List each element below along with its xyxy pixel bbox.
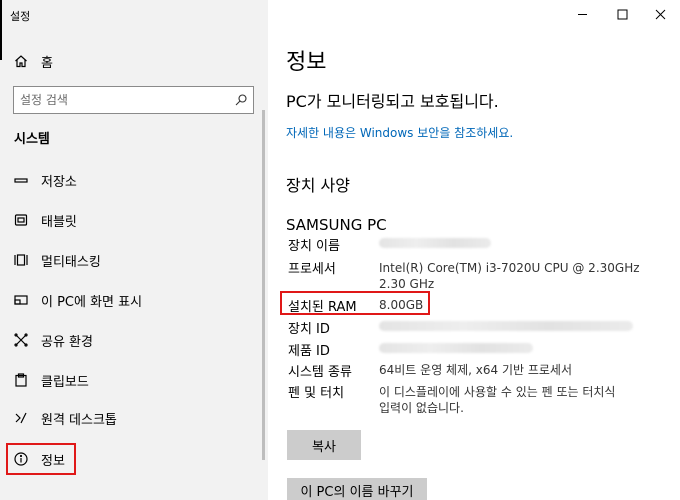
- shared-experiences-icon: [14, 333, 28, 347]
- remote-desktop-icon: [14, 411, 28, 425]
- device-brand-name: SAMSUNG PC: [286, 216, 387, 234]
- about-page: 정보 PC가 모니터링되고 보호됩니다. 자세한 내용은 Windows 보안을…: [268, 0, 680, 500]
- minimize-icon: [577, 13, 587, 15]
- device-id-label: 장치 ID: [288, 322, 330, 337]
- sidebar-item-label: 저장소: [41, 174, 77, 190]
- sidebar-item-multitasking[interactable]: 멀티태스킹: [14, 249, 254, 271]
- processor-value-line2: 2.30 GHz: [379, 277, 435, 291]
- sidebar-item-label: 클립보드: [41, 374, 89, 390]
- protection-status: PC가 모니터링되고 보호됩니다.: [286, 92, 499, 111]
- sidebar-item-label: 이 PC에 화면 표시: [41, 294, 143, 310]
- minimize-button[interactable]: [564, 6, 600, 22]
- tablet-icon: [14, 213, 28, 227]
- project-icon: [14, 293, 28, 307]
- sidebar-item-storage[interactable]: 저장소: [14, 169, 254, 191]
- sidebar-item-label: 원격 데스크톱: [41, 412, 117, 428]
- device-id-value-redacted: [379, 321, 633, 331]
- home-label: 홈: [41, 55, 53, 71]
- processor-value-line1: Intel(R) Core(TM) i3-7020U CPU @ 2.30GHz: [379, 261, 640, 275]
- search-icon[interactable]: [235, 94, 247, 106]
- processor-label: 프로세서: [288, 262, 336, 277]
- device-specs-heading: 장치 사양: [286, 176, 350, 195]
- rename-pc-button[interactable]: 이 PC의 이름 바꾸기: [287, 478, 427, 500]
- home-nav-item[interactable]: 홈: [14, 51, 53, 71]
- search-input[interactable]: [20, 93, 235, 107]
- sidebar-item-shared-experiences[interactable]: 공유 환경: [14, 329, 254, 351]
- highlight-box-ram: [280, 291, 430, 315]
- sidebar-item-remote-desktop[interactable]: 원격 데스크톱: [14, 407, 254, 429]
- close-icon: [655, 9, 665, 19]
- sidebar-item-label: 태블릿: [41, 214, 77, 230]
- section-title-system: 시스템: [14, 132, 50, 147]
- maximize-button[interactable]: [604, 6, 640, 22]
- copy-button[interactable]: 복사: [287, 430, 361, 460]
- system-type-value: 64비트 운영 체제, x64 기반 프로세서: [379, 363, 573, 377]
- clipboard-icon: [14, 373, 28, 387]
- sidebar-item-clipboard[interactable]: 클립보드: [14, 369, 254, 391]
- sidebar-item-project-to-pc[interactable]: 이 PC에 화면 표시: [14, 289, 254, 311]
- settings-search-box[interactable]: [13, 86, 254, 114]
- system-type-label: 시스템 종류: [288, 365, 352, 380]
- page-title: 정보: [286, 50, 327, 75]
- settings-sidebar: 설정 홈 시스템 저장소 태블릿 멀티태스킹 이 PC에 화면: [0, 0, 268, 500]
- sidebar-item-tablet[interactable]: 태블릿: [14, 209, 254, 231]
- close-button[interactable]: [642, 6, 678, 22]
- product-id-value-redacted: [379, 343, 533, 353]
- sidebar-item-label: 공유 환경: [41, 334, 93, 350]
- highlight-box-about: [6, 443, 76, 475]
- product-id-label: 제품 ID: [288, 344, 330, 359]
- storage-icon: [14, 173, 28, 187]
- device-name-label: 장치 이름: [288, 239, 340, 254]
- pen-touch-label: 펜 및 터치: [288, 386, 345, 401]
- pen-touch-value-line2: 입력이 없습니다.: [379, 401, 464, 415]
- home-icon: [15, 55, 27, 68]
- window-title: 설정: [10, 10, 31, 23]
- windows-security-link[interactable]: 자세한 내용은 Windows 보안을 참조하세요.: [286, 124, 513, 141]
- sidebar-scrollbar[interactable]: [262, 110, 265, 460]
- multitasking-icon: [14, 253, 28, 267]
- device-name-value-redacted: [379, 238, 491, 248]
- sidebar-item-label: 멀티태스킹: [41, 254, 101, 270]
- maximize-icon: [617, 9, 627, 19]
- window-edge-accent: [0, 0, 2, 60]
- pen-touch-value-line1: 이 디스플레이에 사용할 수 있는 펜 또는 터치식: [379, 385, 616, 399]
